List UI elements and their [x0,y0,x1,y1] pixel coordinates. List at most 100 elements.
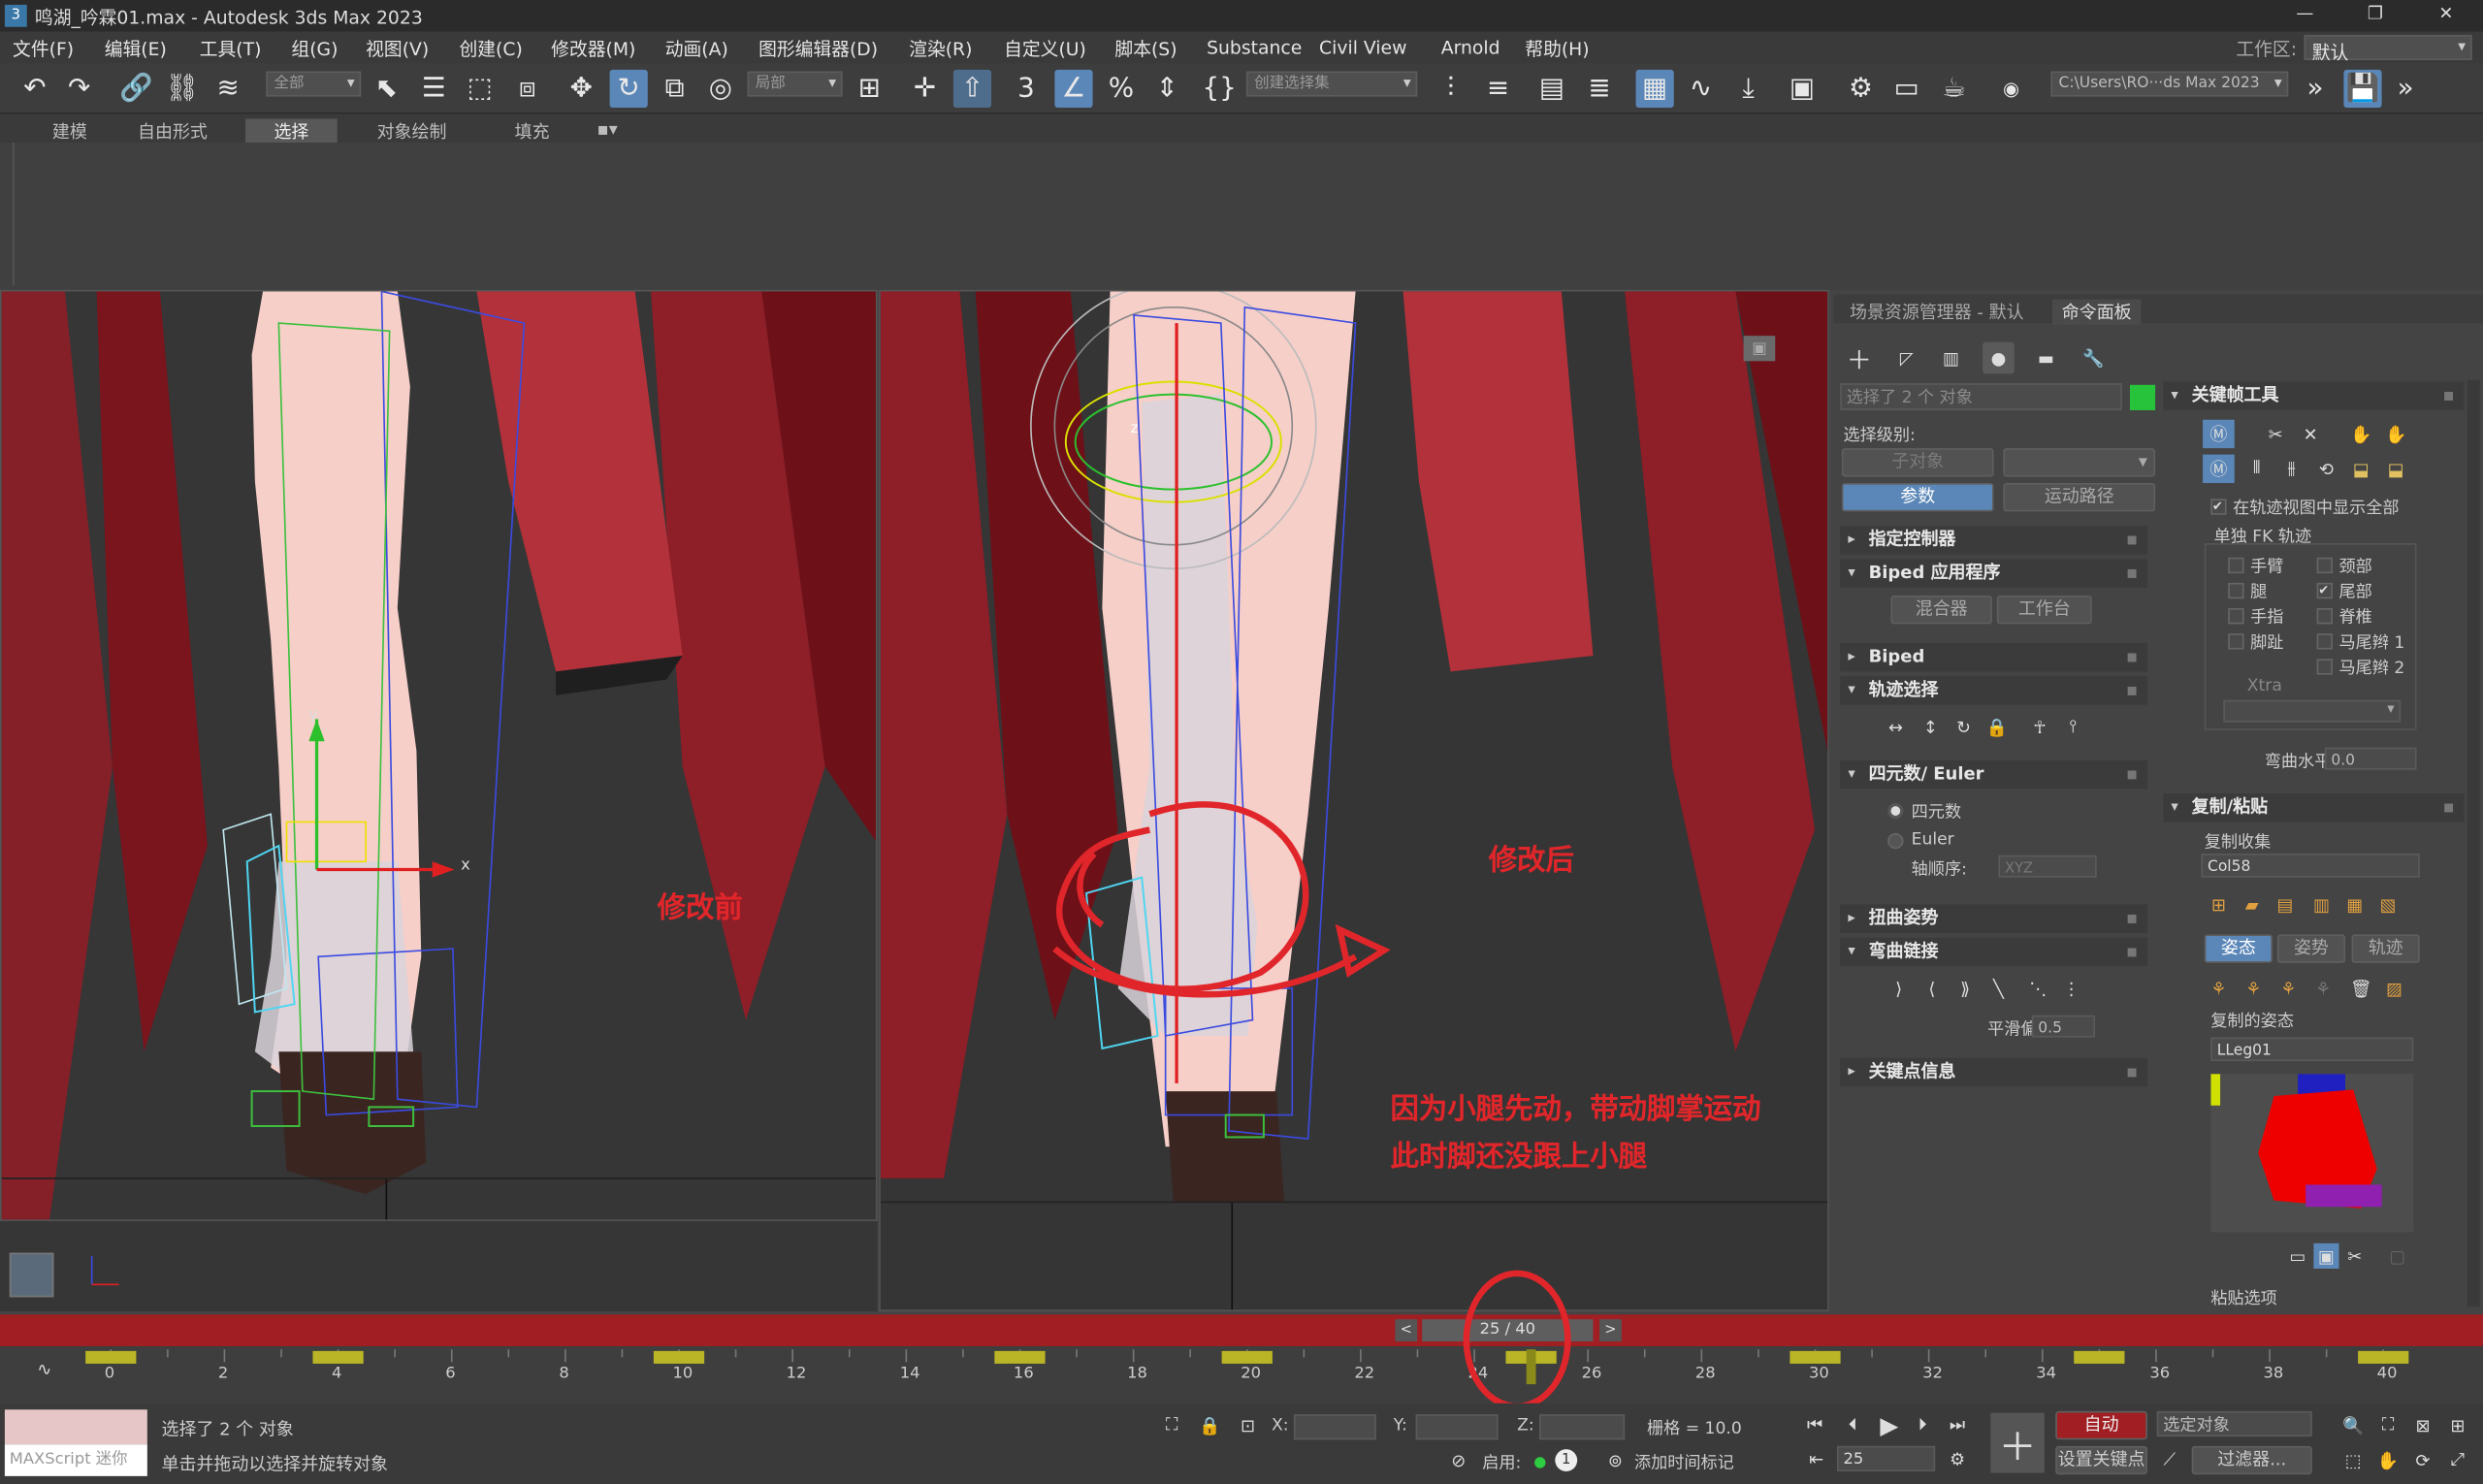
maximize-button[interactable]: ❐ [2368,3,2383,23]
maximize-viewport-icon[interactable]: ⤢ [2445,1447,2470,1472]
prev-frame-icon[interactable]: ⏴ [1840,1413,1865,1438]
rollout-key-tools[interactable]: ▾ 关键帧工具 ▪ [2163,381,2465,410]
play-icon[interactable]: ▶ [1875,1411,1903,1439]
menu-customize[interactable]: 自定义(U) [1004,37,1086,62]
ribbon-tab-populate[interactable]: 填充 [515,118,550,144]
menu-rendering[interactable]: 渲染(R) [909,37,972,62]
menu-substance[interactable]: Substance [1207,37,1302,59]
collection-tool-5-icon[interactable]: ▦ [2340,891,2369,917]
rect-selection-icon[interactable]: ⬚ [461,70,499,108]
window-crossing-icon[interactable]: ⧈ [508,70,546,108]
coord-z-field[interactable] [1538,1414,1626,1440]
arnold-icon[interactable]: ◉ [1992,70,2030,108]
preview-tool-3-icon[interactable]: ✂ [2342,1243,2368,1269]
key-filters-button[interactable]: 过滤器... [2191,1445,2312,1475]
viewport-layout-icon[interactable] [9,1252,54,1298]
expand-toolbar-icon[interactable]: » [2296,70,2334,108]
display-panel-icon[interactable]: ▬ [2030,342,2062,374]
spinner-snap-icon[interactable]: ⇕ [1148,70,1186,108]
smoothing-icon[interactable]: ╲ [1984,974,2013,1002]
coord-x-field[interactable] [1293,1414,1376,1440]
menu-file[interactable]: 文件(F) [13,37,74,62]
pivot-center-icon[interactable]: ⊞ [851,70,888,108]
body-rotation-icon[interactable]: ↻ [1950,713,1978,741]
posture-tool-2-icon[interactable]: ⚘ [2240,976,2268,1001]
fk-neck-checkbox[interactable] [2316,557,2333,574]
motion-path-button[interactable]: 运动路径 [2003,483,2156,512]
params-button[interactable]: 参数 [1841,483,1994,512]
menu-edit[interactable]: 编辑(E) [105,37,167,62]
posture-tab[interactable]: 姿态 [2204,934,2273,963]
posture-tool-3-icon[interactable]: ⚘ [2274,976,2303,1001]
rollout-assign-controller[interactable]: ▸ 指定控制器 ▪ [1840,526,2147,555]
track-tab[interactable]: 轨迹 [2351,934,2420,963]
twist-individual-icon[interactable]: ⟫ [1951,974,1979,1002]
save-scene-icon[interactable]: 💾 [2343,69,2382,109]
align-icon[interactable]: ≡ [1479,70,1517,108]
menu-help[interactable]: 帮助(H) [1525,37,1589,62]
axis-order-dropdown[interactable]: XYZ [1998,855,2097,878]
key-tool-3-icon[interactable]: ✕ [2295,420,2327,448]
select-by-name-icon[interactable]: ☰ [415,70,453,108]
key-tool-8-icon[interactable]: ⫵ [2275,455,2307,483]
object-color-swatch[interactable] [2129,384,2156,410]
opposite-icon[interactable]: ⫯ [2059,713,2087,741]
selection-name-field[interactable]: 选择了 2 个 对象 [1840,383,2122,410]
fk-ponytail1-checkbox[interactable] [2316,633,2333,650]
selection-lock-icon[interactable]: 🔒 [1199,1414,1221,1436]
redo-icon[interactable]: ↷ [60,70,98,108]
move-icon[interactable]: ✥ [563,70,600,108]
motion-panel-icon[interactable]: ● [1983,341,2015,374]
rollout-copy-paste[interactable]: ▾ 复制/粘贴 ▪ [2163,793,2465,823]
ribbon-tab-freeform[interactable]: 自由形式 [138,118,208,144]
adaptive-degradation-icon[interactable]: ⊘ [1447,1449,1469,1471]
rotate-icon[interactable]: ↻ [609,69,648,109]
menu-civil-view[interactable]: Civil View [1319,37,1406,59]
scale-icon[interactable]: ⧉ [656,70,693,108]
schematic-view-icon[interactable]: ⤓ [1729,70,1767,108]
zoom-extents-all-icon[interactable]: ⊞ [2445,1413,2470,1438]
key-tool-10-icon[interactable]: ⬓ [2345,455,2377,483]
scene-explorer-icon[interactable]: ▤ [1532,70,1570,108]
collection-tool-6-icon[interactable]: ▧ [2373,891,2402,917]
angle-snap-icon[interactable]: ∠ [1054,69,1093,109]
copied-posture-dropdown[interactable]: LLeg01 [2210,1037,2414,1062]
key-tool-11-icon[interactable]: ⬓ [2380,455,2412,483]
key-tool-7-icon[interactable]: ⫴ [2241,455,2273,483]
ribbon-tab-selection[interactable]: 选择 [245,118,338,145]
menu-arnold[interactable]: Arnold [1441,37,1500,59]
isolate-icon[interactable]: ⛶ [1161,1414,1183,1436]
ribbon-tab-object-paint[interactable]: 对象绘制 [377,118,447,144]
ribbon-options-icon[interactable]: ▪▾ [597,118,618,139]
preview-tool-2-icon[interactable]: ▣ [2313,1242,2339,1269]
posture-tool-6-icon[interactable]: ▨ [2380,976,2408,1001]
bend-level-spinner[interactable]: 0.0 [2324,747,2417,770]
preview-tool-4-icon[interactable]: ▢ [2385,1243,2410,1269]
symmetrical-icon[interactable]: ☥ [2025,713,2053,741]
toggle-ribbon-icon[interactable]: ▦ [1635,69,1674,109]
create-panel-icon[interactable]: ＋ [1843,342,1875,375]
goto-end-icon[interactable]: ⏭ [1945,1413,1970,1438]
rollout-biped-apps[interactable]: ▾ Biped 应用程序 ▪ [1840,559,2147,588]
menu-create[interactable]: 创建(C) [459,37,522,62]
key-filter-dropdown[interactable]: 选定对象 [2156,1410,2312,1437]
key-mode-icon[interactable]: ⇤ [1805,1447,1827,1469]
keyboard-override-icon[interactable]: ⇧ [952,69,992,109]
key-tangent-icon[interactable]: ⟋ [2157,1447,2182,1472]
menu-graph-editors[interactable]: 图形编辑器(D) [758,37,878,62]
collection-tool-1-icon[interactable]: ⊞ [2205,891,2233,917]
subobject-button[interactable]: 子对象 [1841,448,1994,477]
zoom-extents-icon[interactable]: ⊠ [2410,1413,2435,1438]
current-frame-field[interactable]: 25 [1836,1445,1936,1471]
workspace-dropdown[interactable]: 默认 [2304,34,2472,63]
collection-tool-4-icon[interactable]: ▥ [2307,891,2336,917]
orbit-icon[interactable]: ⟳ [2410,1447,2435,1472]
key-tool-4-icon[interactable]: ✋ [2345,420,2377,448]
menu-views[interactable]: 视图(V) [366,37,429,62]
time-slider-prev-icon[interactable]: < [1395,1319,1418,1342]
quat-radio[interactable] [1887,802,1904,820]
zoom-icon[interactable]: 🔍 [2340,1413,2366,1438]
mirror-icon[interactable]: ⫶ [1432,70,1469,108]
copy-collection-dropdown[interactable]: Col58 [2201,854,2420,878]
bind-space-warp-icon[interactable]: ≋ [210,70,247,108]
